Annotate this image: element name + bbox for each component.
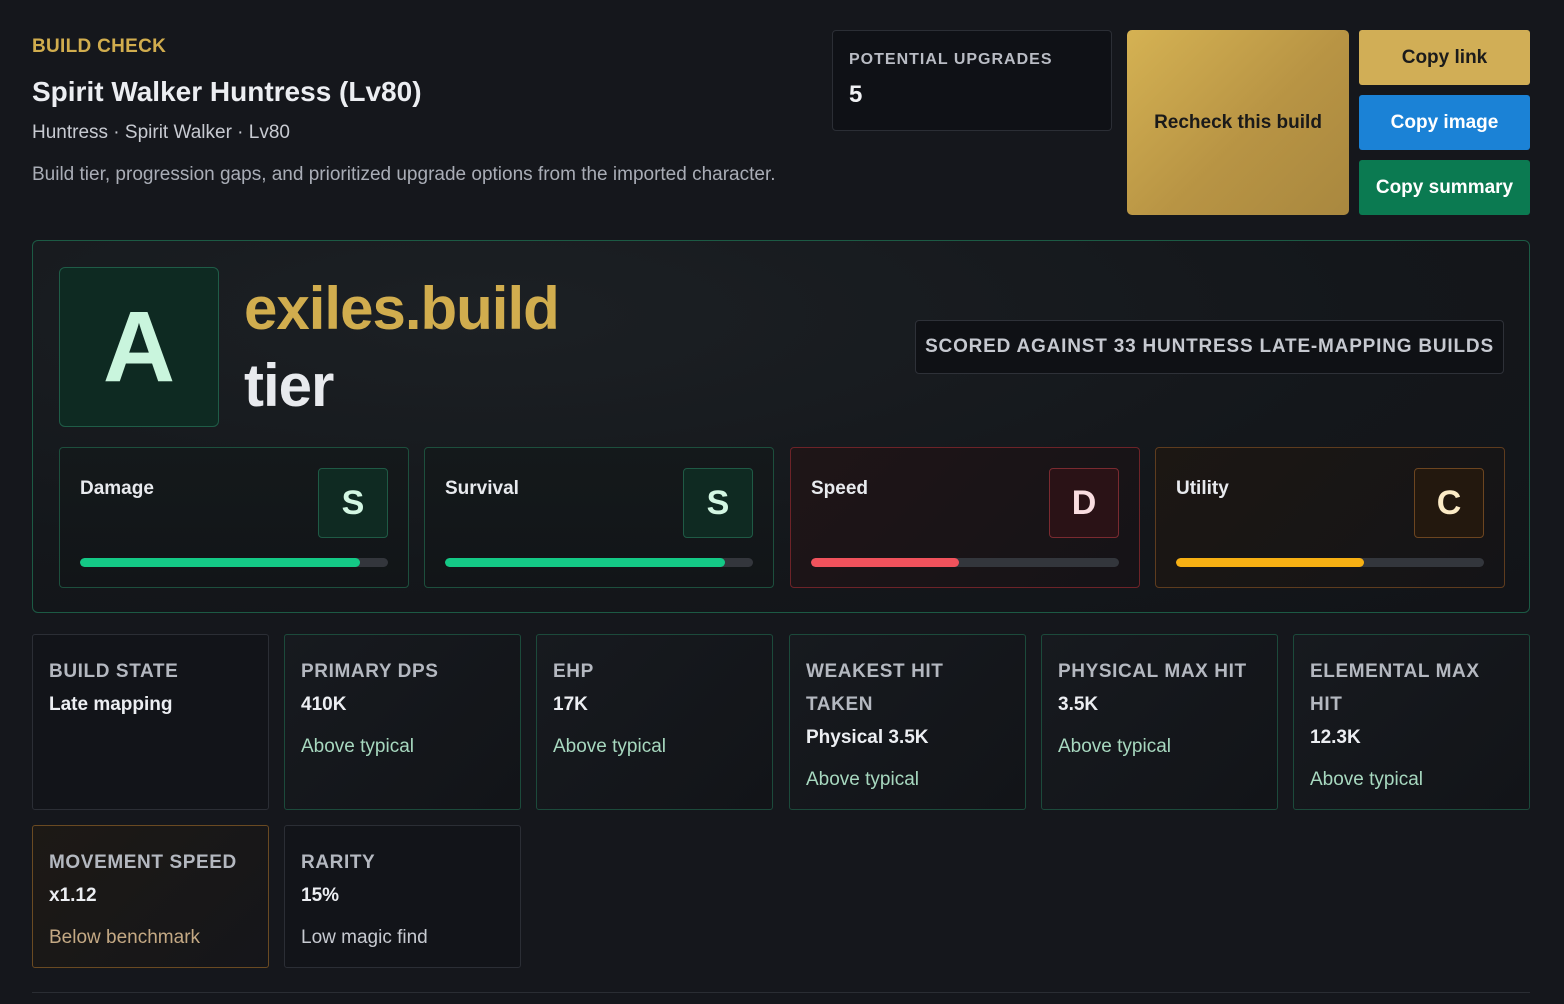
category-grade: S: [683, 468, 753, 538]
stat-value: 17K: [553, 694, 588, 715]
stat-card-physical-max-hit: PHYSICAL MAX HIT 3.5K Above typical: [1041, 634, 1278, 810]
category-card-utility: Utility C: [1155, 447, 1505, 588]
scored-against-badge: SCORED AGAINST 33 HUNTRESS LATE-MAPPING …: [915, 320, 1504, 374]
category-grade: C: [1414, 468, 1484, 538]
stat-value: 3.5K: [1058, 694, 1099, 715]
stat-card-ehp: EHP 17K Above typical: [536, 634, 773, 810]
copy-image-button[interactable]: Copy image: [1359, 95, 1530, 150]
section-divider: [32, 992, 1530, 993]
stat-note: Above typical: [1058, 736, 1172, 757]
stat-note: Above typical: [1310, 769, 1424, 790]
stat-value: Physical 3.5K: [806, 727, 929, 748]
page-title: Spirit Walker Huntress (Lv80): [32, 76, 422, 107]
category-progress-track: [80, 558, 388, 567]
build-subtitle: Huntress · Spirit Walker · Lv80: [32, 122, 290, 143]
potential-upgrades-card: POTENTIAL UPGRADES 5: [832, 30, 1112, 131]
stat-card-movement-speed: MOVEMENT SPEED x1.12 Below benchmark: [32, 825, 269, 968]
stat-value: 410K: [301, 694, 347, 715]
category-card-survival: Survival S: [424, 447, 774, 588]
overall-tier-grade: A: [59, 267, 219, 427]
potential-upgrades-value: 5: [849, 81, 863, 108]
category-card-damage: Damage S: [59, 447, 409, 588]
stat-note: Below benchmark: [49, 927, 201, 948]
stat-card-rarity: RARITY 15% Low magic find: [284, 825, 521, 968]
stat-value: x1.12: [49, 885, 97, 906]
category-progress-fill: [80, 558, 361, 567]
category-grade: D: [1049, 468, 1119, 538]
category-grade: S: [318, 468, 388, 538]
build-description: Build tier, progression gaps, and priori…: [32, 164, 776, 185]
stat-note: Above typical: [553, 736, 667, 757]
stat-note: Low magic find: [301, 927, 428, 948]
stat-note: Above typical: [806, 769, 920, 790]
category-progress-fill: [445, 558, 726, 567]
recheck-build-button[interactable]: Recheck this build: [1127, 30, 1349, 215]
copy-summary-button[interactable]: Copy summary: [1359, 160, 1530, 215]
copy-link-button[interactable]: Copy link: [1359, 30, 1530, 85]
stat-value: 15%: [301, 885, 340, 906]
category-progress-fill: [1176, 558, 1364, 567]
stat-label: MOVEMENT SPEED: [49, 852, 237, 873]
stat-label: PRIMARY DPS: [301, 661, 439, 682]
category-progress-track: [1176, 558, 1484, 567]
category-progress-track: [445, 558, 753, 567]
stat-card-weakest-hit: WEAKEST HIT TAKEN Physical 3.5K Above ty…: [789, 634, 1026, 810]
stat-card-elemental-max-hit: ELEMENTAL MAX HIT 12.3K Above typical: [1293, 634, 1530, 810]
stat-value: Late mapping: [49, 694, 173, 715]
build-header: BUILD CHECK Spirit Walker Huntress (Lv80…: [32, 36, 822, 186]
category-card-speed: Speed D: [790, 447, 1140, 588]
eyebrow-label: BUILD CHECK: [32, 36, 167, 57]
stat-label: BUILD STATE: [49, 661, 179, 682]
stat-value: 12.3K: [1310, 727, 1361, 748]
stat-note: Above typical: [301, 736, 415, 757]
tier-word: tier: [244, 352, 334, 419]
category-progress-fill: [811, 558, 959, 567]
stat-label: WEAKEST HIT TAKEN: [806, 661, 944, 715]
category-progress-track: [811, 558, 1119, 567]
potential-upgrades-label: POTENTIAL UPGRADES: [849, 51, 1053, 68]
stat-card-build-state: BUILD STATE Late mapping: [32, 634, 269, 810]
stat-label: PHYSICAL MAX HIT: [1058, 661, 1247, 682]
stat-label: RARITY: [301, 852, 376, 873]
tier-panel: A exiles.build tier SCORED AGAINST 33 HU…: [32, 240, 1530, 613]
stat-label: EHP: [553, 661, 594, 682]
stat-label: ELEMENTAL MAX HIT: [1310, 661, 1480, 715]
stat-card-primary-dps: PRIMARY DPS 410K Above typical: [284, 634, 521, 810]
tier-brand-name: exiles.build: [244, 275, 560, 342]
